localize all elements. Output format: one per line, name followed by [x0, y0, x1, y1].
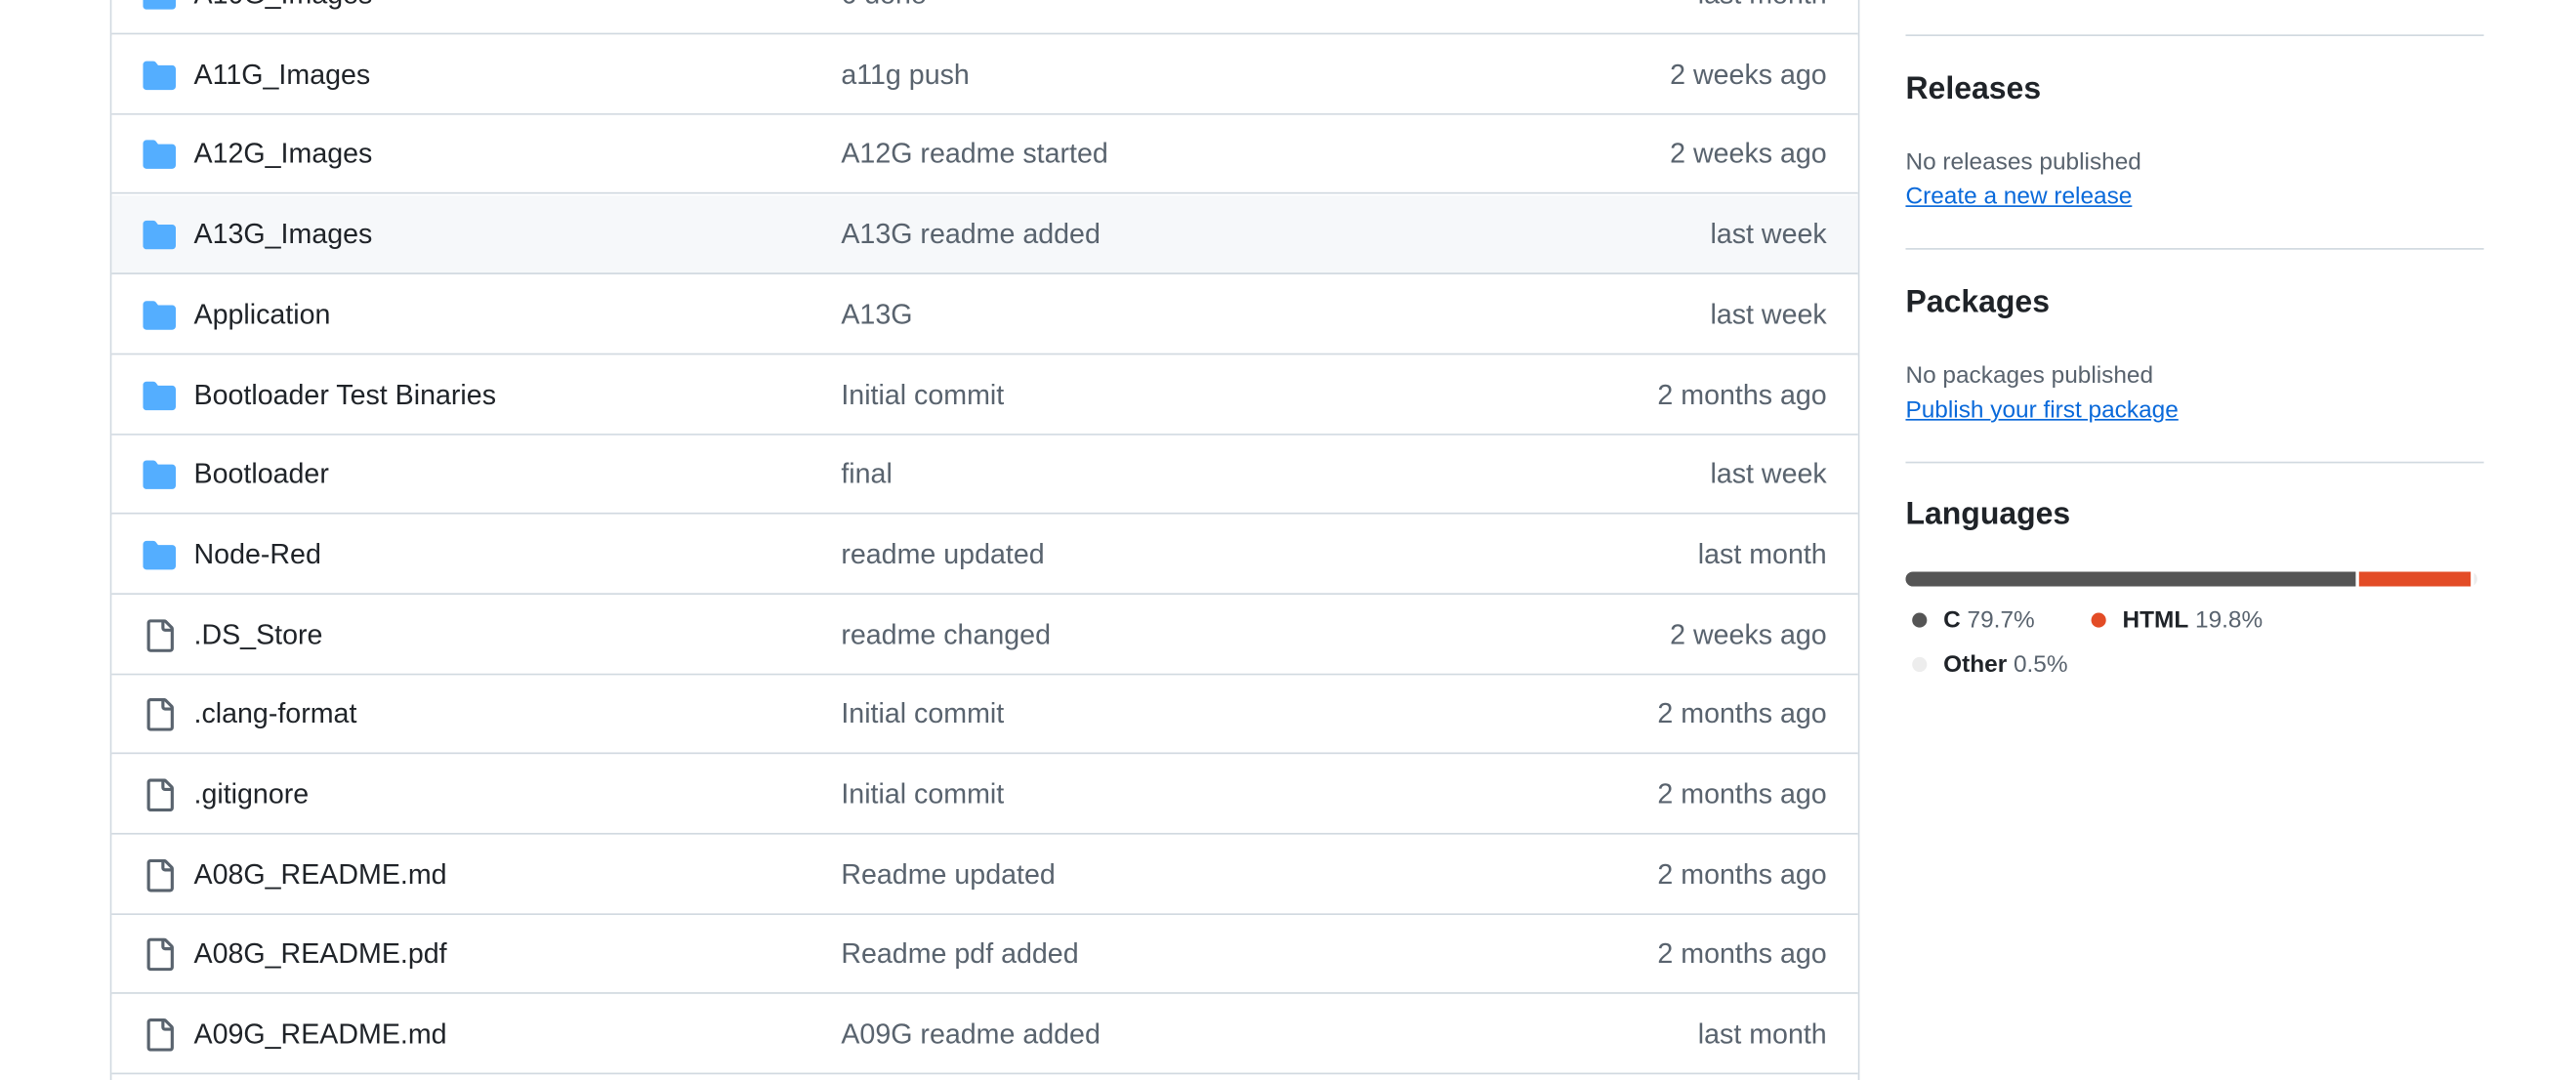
commit-message-link[interactable]: final	[841, 436, 892, 515]
divider	[1905, 248, 2484, 250]
language-percent: 19.8%	[2194, 607, 2264, 635]
language-bar-segment	[1905, 571, 2356, 587]
divider	[1905, 461, 2484, 464]
file-row[interactable]: A12G_Images A12G readme started 2 weeks ag…	[111, 115, 1858, 195]
file-name-link[interactable]: .gitignore	[194, 756, 310, 835]
language-color-dot	[1912, 656, 1928, 673]
file-name-link[interactable]: A08G_README.md	[194, 836, 447, 915]
publish-package-link[interactable]: Publish your first package	[1905, 397, 2178, 424]
releases-heading[interactable]: Releases	[1905, 72, 2041, 108]
commit-date: last week	[1710, 298, 1827, 330]
file-icon	[143, 938, 176, 972]
language-item[interactable]: C 79.7%	[1912, 606, 2035, 636]
file-icon	[143, 858, 176, 892]
folder-icon	[143, 219, 177, 252]
file-icon	[143, 1018, 176, 1052]
commit-date: 2 months ago	[1657, 378, 1827, 410]
packages-empty-text: No packages published	[1905, 362, 2154, 390]
folder-icon	[143, 539, 177, 572]
commit-message-link[interactable]: Readme pdf added	[841, 916, 1078, 995]
language-bar	[1905, 571, 2477, 587]
file-row[interactable]: A08G_README.md Readme updated 2 months ago	[111, 835, 1858, 915]
file-name-link[interactable]: Bootloader	[194, 436, 329, 515]
language-bar-segment	[2359, 571, 2472, 587]
language-name: C	[1943, 607, 1961, 635]
file-name-link[interactable]: A13G_Images	[194, 195, 373, 274]
commit-message-link[interactable]: Initial commit	[841, 756, 1004, 835]
file-name-link[interactable]: .clang-format	[194, 676, 357, 755]
commit-date: last month	[1697, 1018, 1827, 1051]
commit-date: last week	[1710, 458, 1827, 490]
file-row[interactable]: .DS_Store readme changed 2 weeks ago	[111, 595, 1858, 675]
folder-icon	[143, 139, 177, 172]
language-bar-segment	[2474, 571, 2477, 587]
commit-date: 2 months ago	[1657, 698, 1827, 730]
commit-message-link[interactable]: Initial commit	[841, 676, 1004, 755]
file-row[interactable]: A11G_Images a11g push 2 weeks ago	[111, 35, 1858, 115]
file-row[interactable]: Application A13G last week	[111, 275, 1858, 355]
commit-message-link[interactable]: 6 done	[841, 0, 926, 34]
commit-message-link[interactable]: a11g push	[841, 35, 969, 114]
commit-date: last month	[1698, 0, 1827, 34]
language-color-dot	[1912, 612, 1928, 628]
commit-date: 2 months ago	[1657, 778, 1827, 810]
file-name-link[interactable]: .DS_Store	[194, 596, 323, 675]
file-name-link[interactable]: Bootloader Test Binaries	[194, 355, 496, 435]
file-icon	[143, 778, 176, 812]
languages-heading: Languages	[1905, 497, 2071, 533]
file-name-link[interactable]: A10G_Images	[194, 0, 373, 34]
file-icon	[143, 698, 176, 732]
commit-date: 2 months ago	[1657, 858, 1827, 891]
file-name-link[interactable]: Node-Red	[194, 516, 321, 595]
file-row[interactable]: Bootloader final last week	[111, 436, 1858, 515]
language-item[interactable]: HTML 19.8%	[2091, 606, 2264, 636]
commit-message-link[interactable]: A13G	[841, 275, 912, 354]
commit-date: last month	[1697, 538, 1827, 570]
commit-date: 2 weeks ago	[1670, 59, 1827, 91]
folder-icon	[143, 299, 177, 332]
file-name-link[interactable]: A11G_Images	[194, 35, 371, 114]
packages-heading[interactable]: Packages	[1905, 286, 2050, 322]
commit-message-link[interactable]: readme updated	[841, 516, 1044, 595]
file-row[interactable]: A09G_README.md A09G readme added last mont…	[111, 995, 1858, 1075]
commit-date: 2 weeks ago	[1670, 618, 1827, 650]
commit-date: 2 months ago	[1657, 938, 1827, 971]
folder-icon	[143, 59, 177, 92]
commit-date: last week	[1710, 218, 1827, 250]
file-name-link[interactable]: A09G_README.md	[194, 996, 447, 1075]
file-row[interactable]: A13G_Images A13G readme added last week	[111, 195, 1858, 275]
file-name-link[interactable]: A08G_README.pdf	[194, 916, 447, 995]
commit-message-link[interactable]: Readme updated	[841, 836, 1055, 915]
releases-empty-text: No releases published	[1905, 149, 2141, 177]
language-percent: 79.7%	[1967, 607, 2035, 635]
folder-icon	[143, 0, 177, 12]
file-row[interactable]: A10G_Images 6 done last month	[111, 0, 1858, 35]
file-row[interactable]: Bootloader Test Binaries Initial commit 2 …	[111, 355, 1858, 435]
file-name-link[interactable]: Application	[194, 275, 331, 354]
repo-sidebar: Releases No releases published Create a …	[1905, 0, 2484, 1080]
file-row[interactable]: .gitignore Initial commit 2 months ago	[111, 755, 1858, 835]
commit-message-link[interactable]: A12G readme started	[841, 115, 1107, 194]
file-icon	[143, 618, 176, 652]
language-name: HTML	[2122, 607, 2189, 635]
language-item[interactable]: Other 0.5%	[1912, 650, 2068, 680]
language-name: Other	[1943, 651, 2008, 679]
folder-icon	[143, 459, 177, 492]
divider	[1905, 34, 2484, 37]
file-row[interactable]: .clang-format Initial commit 2 months ago	[111, 675, 1858, 755]
file-row[interactable]: A08G_README.pdf Readme pdf added 2 months …	[111, 915, 1858, 995]
commit-date: 2 weeks ago	[1670, 138, 1827, 170]
file-table: A10G_Images 6 done last month A11G_Images a1…	[109, 0, 1860, 1080]
commit-message-link[interactable]: A09G readme added	[841, 996, 1101, 1075]
file-name-link[interactable]: A12G_Images	[194, 115, 373, 194]
language-percent: 0.5%	[2013, 651, 2068, 679]
folder-icon	[143, 379, 177, 412]
file-row[interactable]: Node-Red readme updated last month	[111, 516, 1858, 595]
commit-message-link[interactable]: readme changed	[841, 596, 1051, 675]
commit-message-link[interactable]: A13G readme added	[841, 195, 1101, 274]
language-color-dot	[2091, 612, 2106, 628]
create-release-link[interactable]: Create a new release	[1905, 184, 2132, 210]
commit-message-link[interactable]: Initial commit	[841, 355, 1004, 435]
